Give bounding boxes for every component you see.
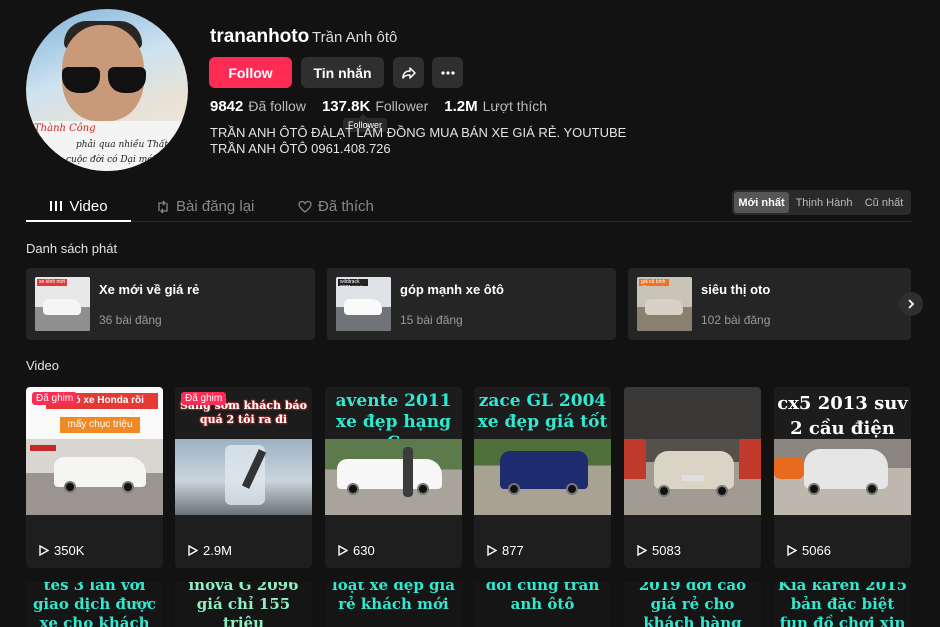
stat-followers[interactable]: 137.8K Follower [322,98,428,115]
profile-stats: 9842 Đã follow 137.8K Follower 1.2M Lượt th… [210,98,547,115]
more-icon [440,70,455,75]
video-caption: 2019 đời cao giá rẻ cho khách hàng [638,582,747,627]
tab-reposts[interactable]: Bài đăng lại [156,192,254,221]
avatar[interactable]: Thành Công phải qua nhiều Thất Bại cuộc … [26,9,188,171]
playlist-card[interactable]: xe kính mới Xe mới về giá rẻ 36 bài đăng [26,268,315,340]
video-caption: tes 3 lần với giao dịch được xe cho khác… [32,582,157,627]
pinned-badge: Đã ghim [32,392,78,405]
video-caption: inova G 2096 giá chỉ 155 triệu [188,582,299,627]
share-button[interactable] [393,57,424,88]
stat-likes: 1.2M Lượt thích [444,98,548,115]
playlist-card[interactable]: wildtrack 2021 bitube góp mạnh xe ôtô 15… [327,268,616,340]
playlist-next-button[interactable] [899,292,923,316]
video-caption: loạt xe đẹp giá rẻ khách mới [332,582,455,613]
username: trananhoto [210,26,310,47]
play-icon [637,545,647,556]
pinned-badge: Đã ghim [181,392,227,405]
view-count: 877 [486,543,524,558]
avatar-text-2: phải qua nhiều Thất Bại [76,140,186,150]
playlist-name: góp mạnh xe ôtô [400,282,504,297]
chevron-right-icon [908,299,915,309]
nickname: Trần Anh ôtô [312,29,398,46]
sort-newest[interactable]: Mới nhất [734,192,789,213]
repost-icon [158,200,168,213]
video-caption: zace GL 2004 xe đẹp giá tốt [477,391,608,432]
video-thumbnail [26,439,163,515]
view-count: 630 [337,543,375,558]
video-caption: đôi cùng trần anh ôtô [485,582,600,613]
share-icon [401,66,416,79]
video-card[interactable]: Kia karen 2015 bản đặc biệt fun đồ chơi … [774,582,911,627]
more-button[interactable] [432,57,463,88]
grid-icon [50,201,63,211]
video-card[interactable]: cx5 2013 suv 2 cầu điện tử 5066 [774,387,911,568]
play-icon [188,545,198,556]
sort-oldest[interactable]: Cũ nhất [859,192,909,213]
playlist-thumbnail: giá cả bình dân [637,277,692,331]
video-caption: Kia karen 2015 bản đặc biệt fun đồ chơi … [777,582,908,627]
video-card[interactable]: Đã ghim Sáng sớm khách báo quá 2 tôi ra … [175,387,312,568]
video-card[interactable]: loạt xe đẹp giá rẻ khách mới [325,582,462,627]
view-count: 350K [38,543,84,558]
avatar-text-1: Thành Công [34,123,96,134]
follow-button[interactable]: Follow [209,57,292,88]
tab-liked[interactable]: Đã thích [298,192,374,221]
playlist-card[interactable]: giá cả bình dân siêu thị oto 102 bài đăn… [628,268,911,340]
play-icon [338,545,348,556]
sort-toggle: Mới nhất Thịnh Hành Cũ nhất [732,190,911,215]
view-count: 5066 [786,543,831,558]
message-button[interactable]: Tin nhắn [301,57,384,88]
video-card[interactable]: Đã ghim u có xe Honda rồi mấy chục triệu… [26,387,163,568]
playlist-count: 102 bài đăng [701,313,771,327]
video-card[interactable]: 2019 đời cao giá rẻ cho khách hàng [624,582,761,627]
videos-heading: Video [26,358,60,373]
heart-icon [298,200,312,213]
view-count: 5083 [636,543,681,558]
playlists-heading: Danh sách phát [26,241,118,256]
playlist-thumbnail: wildtrack 2021 bitube [336,277,391,331]
tab-video[interactable]: Video [26,192,131,222]
playlist-thumbnail: xe kính mới [35,277,90,331]
video-thumbnail [624,439,761,515]
play-icon [487,545,497,556]
play-icon [39,545,49,556]
video-card[interactable]: đôi cùng trần anh ôtô [474,582,611,627]
playlist-name: Xe mới về giá rẻ [99,282,200,297]
video-thumbnail [774,439,911,515]
sunglasses [60,67,148,95]
view-count: 2.9M [187,543,232,558]
bio: TRẦN ANH ÔTÔ ĐÀLẠT LÂM ĐỒNG MUA BÁN XE G… [210,125,627,156]
video-card[interactable]: 5083 [624,387,761,568]
video-caption-2: mấy chục triệu [60,417,140,433]
video-thumbnail [474,439,611,515]
video-card[interactable]: tes 3 lần với giao dịch được xe cho khác… [26,582,163,627]
video-card[interactable]: zace GL 2004 xe đẹp giá tốt 877 [474,387,611,568]
playlist-name: siêu thị oto [701,282,771,297]
play-icon [787,545,797,556]
playlist-count: 36 bài đăng [99,313,162,327]
avatar-text-3: cuộc đời có Dại mới Khôn [66,155,183,165]
video-thumbnail [175,439,312,515]
video-thumbnail [325,439,462,515]
video-card[interactable]: inova G 2096 giá chỉ 155 triệu [175,582,312,627]
video-card[interactable]: avente 2011 xe đẹp hạng C 630 [325,387,462,568]
sort-popular[interactable]: Thịnh Hành [789,192,859,213]
stat-following[interactable]: 9842 Đã follow [210,98,306,115]
playlist-count: 15 bài đăng [400,313,463,327]
